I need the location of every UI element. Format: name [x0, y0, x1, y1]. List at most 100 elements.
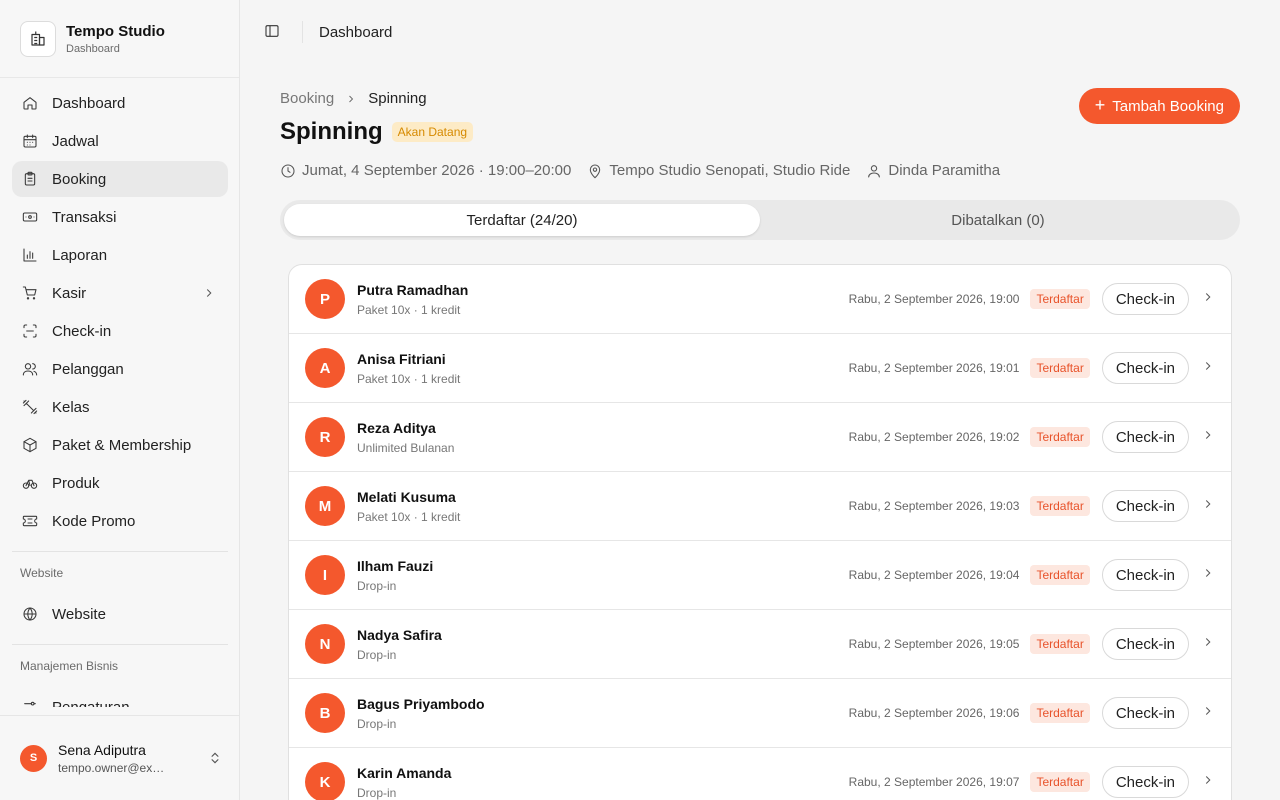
table-row[interactable]: I Ilham Fauzi Drop-in Rabu, 2 September …	[289, 541, 1231, 610]
avatar: K	[305, 762, 345, 800]
sidebar-item-pelanggan[interactable]: Pelanggan	[12, 351, 228, 387]
table-row[interactable]: N Nadya Safira Drop-in Rabu, 2 September…	[289, 610, 1231, 679]
check-in-button[interactable]: Check-in	[1101, 283, 1189, 315]
top-bar: Dashboard	[240, 0, 1280, 64]
sidebar-item-label: Jadwal	[52, 132, 99, 150]
check-in-button[interactable]: Check-in	[1101, 490, 1189, 522]
status-badge: Terdaftar	[1030, 565, 1090, 585]
customer-name: Karin Amanda	[357, 764, 452, 781]
avatar: I	[305, 555, 345, 595]
check-in-button[interactable]: Check-in	[1101, 697, 1189, 729]
status-badge: Terdaftar	[1030, 496, 1090, 516]
brand-header[interactable]: Tempo Studio Dashboard	[0, 0, 239, 78]
check-in-button[interactable]: Check-in	[1101, 766, 1189, 798]
check-in-button[interactable]: Check-in	[1101, 628, 1189, 660]
sidebar-item-label: Dashboard	[52, 94, 126, 112]
chevron-right-icon[interactable]	[1201, 428, 1215, 447]
sidebar-item-kelas[interactable]: Kelas	[12, 389, 228, 425]
plus-icon: +	[1094, 94, 1106, 115]
booking-list: P Putra Ramadhan Paket 10x · 1 kredit Ra…	[288, 264, 1232, 800]
avatar: N	[305, 624, 345, 664]
customer-package: Drop-in	[357, 647, 397, 662]
sidebar-item-website[interactable]: Website	[12, 596, 228, 632]
home-icon	[22, 95, 38, 111]
cart-icon	[22, 285, 38, 301]
sidebar-item-label: Pelanggan	[52, 360, 124, 378]
topbar-divider	[302, 21, 303, 43]
add-booking-button[interactable]: + Tambah Booking	[1078, 88, 1240, 124]
sidebar-item-label: Paket & Membership	[52, 436, 192, 454]
booking-date: Rabu, 2 September 2026, 19:05	[848, 637, 1020, 651]
sidebar-item-label: Kode Promo	[52, 512, 136, 530]
status-badge: Terdaftar	[1030, 772, 1090, 792]
sidebar-item-laporan[interactable]: Laporan	[12, 237, 228, 273]
chevron-right-icon[interactable]	[1201, 290, 1215, 309]
class-meta: Jumat, 4 September 2026 · 19:00–20:00 Te…	[280, 162, 1240, 179]
chevron-right-icon[interactable]	[1201, 497, 1215, 516]
table-row[interactable]: M Melati Kusuma Paket 10x · 1 kredit Rab…	[289, 472, 1231, 541]
add-booking-label: Tambah Booking	[1112, 97, 1224, 115]
sidebar-item-transaksi[interactable]: Transaksi	[12, 199, 228, 235]
status-badge: Terdaftar	[1030, 289, 1090, 309]
calendar-icon	[22, 133, 38, 149]
breadcrumb-link-booking[interactable]: Booking	[280, 90, 334, 107]
class-location: Tempo Studio Senopati, Studio Ride	[609, 162, 851, 179]
table-row[interactable]: P Putra Ramadhan Paket 10x · 1 kredit Ra…	[289, 265, 1231, 334]
sidebar-item-kode-promo[interactable]: Kode Promo	[12, 503, 228, 539]
sidebar-item-kasir[interactable]: Kasir	[12, 275, 228, 311]
chevron-right-icon[interactable]	[1201, 635, 1215, 654]
sidebar-item-label: Laporan	[52, 246, 108, 264]
sidebar-item-label: Check-in	[52, 322, 112, 340]
check-in-button[interactable]: Check-in	[1101, 559, 1189, 591]
table-row[interactable]: B Bagus Priyambodo Drop-in Rabu, 2 Septe…	[289, 679, 1231, 748]
user-menu[interactable]: S Sena Adiputra tempo.owner@example.com	[0, 715, 240, 800]
customer-package: Drop-in	[357, 785, 397, 800]
sidebar-item-produk[interactable]: Produk	[12, 465, 228, 501]
sidebar-item-label: Booking	[52, 170, 107, 188]
sidebar-item-pengaturan[interactable]: Pengaturan	[12, 689, 228, 707]
sidebar-item-paket-membership[interactable]: Paket & Membership	[12, 427, 228, 463]
sidebar-item-check-in[interactable]: Check-in	[12, 313, 228, 349]
table-row[interactable]: A Anisa Fitriani Paket 10x · 1 kredit Ra…	[289, 334, 1231, 403]
customer-name: Ilham Fauzi	[357, 557, 434, 574]
sidebar-toggle-icon[interactable]	[264, 23, 282, 41]
check-in-button[interactable]: Check-in	[1101, 421, 1189, 453]
sidebar-item-booking[interactable]: Booking	[12, 161, 228, 197]
dumbbell-icon	[22, 399, 38, 415]
chevron-right-icon[interactable]	[1201, 566, 1215, 585]
sidebar-item-jadwal[interactable]: Jadwal	[12, 123, 228, 159]
booking-date: Rabu, 2 September 2026, 19:07	[848, 775, 1020, 789]
users-icon	[22, 361, 38, 377]
package-icon	[22, 437, 38, 453]
clock-icon	[281, 163, 295, 178]
user-name: Sena Adiputra	[58, 741, 146, 758]
chevrons-up-down-icon[interactable]	[208, 750, 222, 766]
booking-date: Rabu, 2 September 2026, 19:02	[848, 430, 1020, 444]
chevron-right-icon[interactable]	[1201, 359, 1215, 378]
tab-terdaftar[interactable]: Terdaftar (24/20)	[284, 204, 760, 236]
main-content: Booking Spinning Spinning Akan Datang Ju…	[280, 88, 1240, 800]
building-icon	[20, 20, 56, 57]
sidebar-item-label: Produk	[52, 474, 100, 492]
avatar: R	[305, 417, 345, 457]
sidebar-item-label: Transaksi	[52, 208, 117, 226]
customer-name: Melati Kusuma	[357, 488, 456, 505]
sidebar: Tempo Studio Dashboard Dashboard Jadwal …	[0, 0, 240, 800]
table-row[interactable]: K Karin Amanda Drop-in Rabu, 2 September…	[289, 748, 1231, 800]
customer-name: Anisa Fitriani	[357, 350, 446, 367]
sidebar-item-dashboard[interactable]: Dashboard	[12, 85, 228, 121]
topbar-title: Dashboard	[319, 23, 393, 41]
customer-name: Reza Aditya	[357, 419, 436, 436]
chevron-right-icon[interactable]	[202, 286, 216, 300]
table-row[interactable]: R Reza Aditya Unlimited Bulanan Rabu, 2 …	[289, 403, 1231, 472]
customer-package: Paket 10x · 1 kredit	[357, 302, 461, 317]
check-in-button[interactable]: Check-in	[1101, 352, 1189, 384]
tab-dibatalkan[interactable]: Dibatalkan (0)	[760, 204, 1236, 236]
status-badge: Terdaftar	[1030, 358, 1090, 378]
booking-date: Rabu, 2 September 2026, 19:03	[848, 499, 1020, 513]
chevron-right-icon[interactable]	[1201, 704, 1215, 723]
chevron-right-icon[interactable]	[1201, 773, 1215, 792]
sidebar-section-website: Website	[20, 566, 64, 580]
page-title: Spinning	[280, 118, 383, 145]
status-badge: Terdaftar	[1030, 703, 1090, 723]
